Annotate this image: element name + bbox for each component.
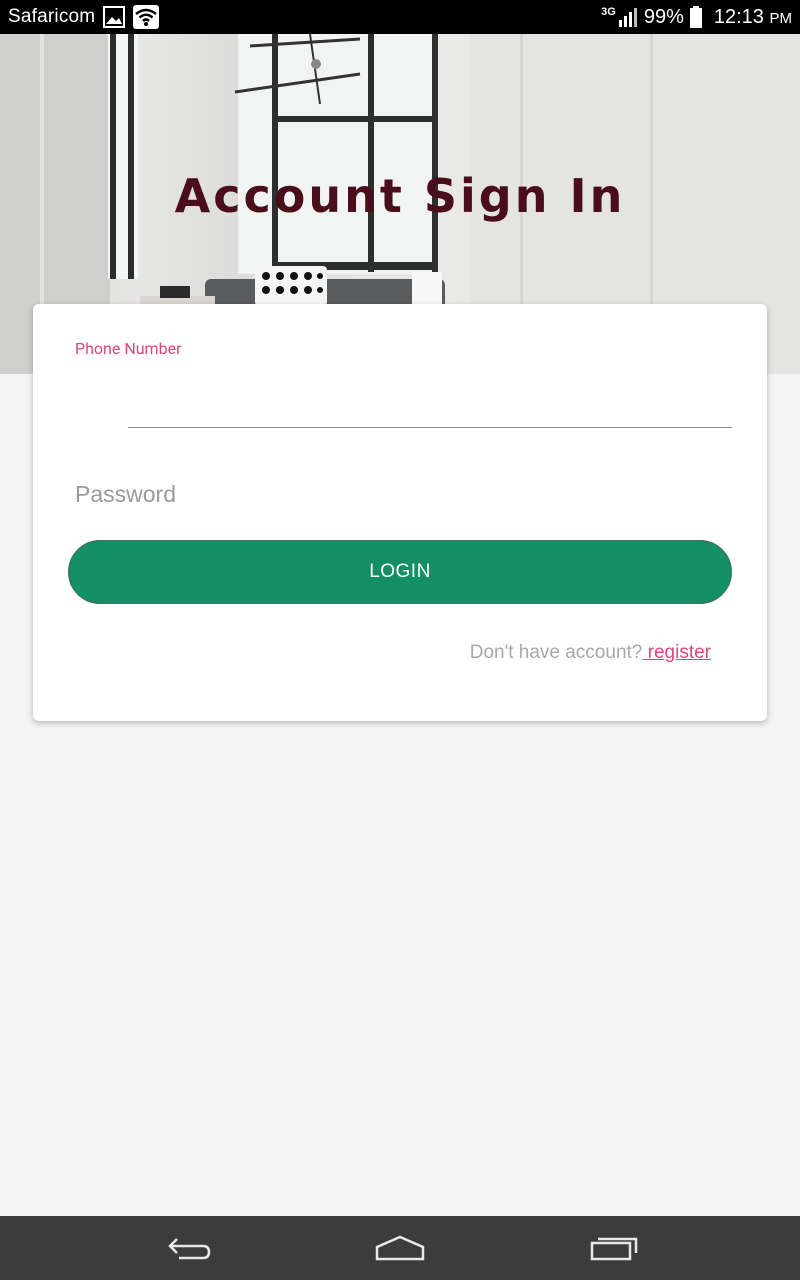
- login-button[interactable]: LOGIN: [68, 540, 732, 604]
- clock-time: 12:13: [713, 5, 764, 28]
- wifi-icon: [133, 5, 160, 29]
- clock-period: PM: [769, 9, 793, 27]
- register-prompt: Don't have account? register: [470, 642, 711, 664]
- phone-number-label: Phone Number: [75, 339, 182, 358]
- back-button[interactable]: [160, 1230, 220, 1266]
- login-card: Phone Number LOGIN Don't have account? r…: [33, 304, 767, 721]
- password-input[interactable]: [75, 474, 732, 514]
- home-button[interactable]: [370, 1230, 430, 1266]
- no-account-text: Don't have account?: [469, 642, 643, 663]
- signal-icon: [618, 7, 638, 27]
- image-notification-icon: [103, 6, 126, 28]
- battery-percent: 99%: [643, 5, 684, 28]
- clock: 12:13 PM: [714, 6, 792, 29]
- network-type: 3G: [601, 6, 616, 18]
- status-right: 3G 99% 12:13 PM: [601, 6, 792, 29]
- recent-apps-button[interactable]: [585, 1230, 645, 1266]
- status-bar: Safaricom 3G 99% 12:13 PM: [0, 0, 800, 34]
- back-icon: [168, 1238, 211, 1260]
- home-icon: [375, 1235, 425, 1261]
- recent-apps-icon: [590, 1237, 638, 1261]
- phone-number-input[interactable]: [128, 386, 732, 428]
- register-link[interactable]: register: [642, 642, 711, 663]
- page-title: Account Sign In: [174, 169, 626, 223]
- status-left: Safaricom: [8, 5, 160, 29]
- navigation-bar: [0, 1216, 800, 1280]
- carrier-name: Safaricom: [8, 6, 96, 27]
- battery-icon: [689, 6, 702, 28]
